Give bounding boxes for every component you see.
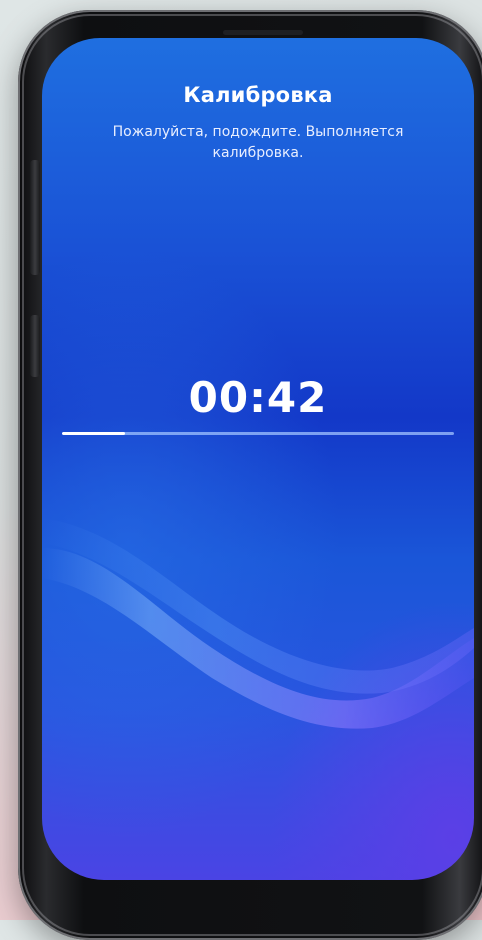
- earpiece-speaker: [223, 30, 303, 35]
- countdown-timer: 00:42: [188, 373, 328, 422]
- side-button-volume: [30, 160, 40, 275]
- calibration-screen: Калибровка Пожалуйста, подождите. Выполн…: [42, 38, 474, 880]
- progress-bar: [62, 432, 454, 435]
- background-wave: [42, 518, 474, 729]
- progress-bar-fill: [62, 432, 125, 435]
- side-button-power: [30, 315, 40, 377]
- status-message: Пожалуйста, подождите. Выполняется калиб…: [112, 124, 404, 161]
- page-title: Калибровка: [183, 83, 333, 107]
